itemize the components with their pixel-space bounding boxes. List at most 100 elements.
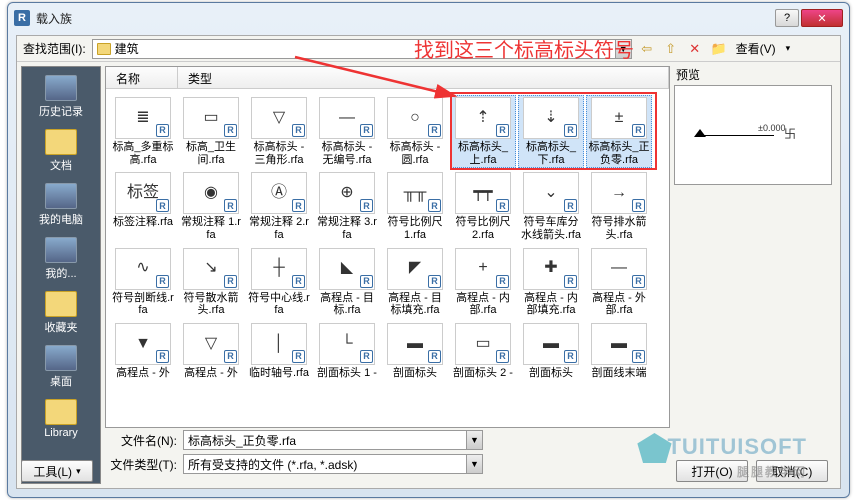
file-thumbnail: ◤R <box>387 248 443 290</box>
cancel-button[interactable]: 取消(C) <box>756 460 828 482</box>
up-icon[interactable]: ⇧ <box>662 40 680 58</box>
new-folder-icon[interactable]: 📁 <box>710 40 728 58</box>
file-name-label: 符号剖断线.rfa <box>112 292 174 317</box>
revit-badge-icon: R <box>156 199 169 212</box>
view-button[interactable]: 查看(V) <box>734 40 778 57</box>
file-name-label: 剖面标头 2 - <box>453 367 513 380</box>
file-item[interactable]: ▼R高程点 - 外 <box>110 321 176 382</box>
sidebar-item-label: 我的... <box>45 265 76 281</box>
file-item[interactable]: ↘R符号散水箭头.rfa <box>178 246 244 319</box>
chevron-down-icon[interactable]: ▼ <box>615 40 631 58</box>
file-item[interactable]: ◤R高程点 - 目标填充.rfa <box>382 246 448 319</box>
file-item[interactable]: ⇡R标高标头_上.rfa <box>450 95 516 168</box>
lookin-combo[interactable]: 建筑 ▼ <box>92 39 632 59</box>
file-item[interactable]: ┼R符号中心线.rfa <box>246 246 312 319</box>
file-thumbnail: ▽R <box>251 97 307 139</box>
file-item[interactable]: ▽R高程点 - 外 <box>178 321 244 382</box>
revit-badge-icon: R <box>292 275 305 288</box>
filename-input[interactable]: 标高标头_正负零.rfa ▼ <box>183 430 483 450</box>
close-button[interactable]: ✕ <box>801 9 843 27</box>
file-thumbnail: ◉R <box>183 172 239 214</box>
file-item[interactable]: ⇣R标高标头_下.rfa <box>518 95 584 168</box>
file-item[interactable]: ▭R标高_卫生间.rfa <box>178 95 244 168</box>
file-name-label: 标高标头_正负零.rfa <box>588 141 650 166</box>
sidebar-item[interactable]: 桌面 <box>25 341 97 393</box>
file-item[interactable]: ◣R高程点 - 目标.rfa <box>314 246 380 319</box>
folder-icon <box>45 291 77 317</box>
open-button[interactable]: 打开(O) <box>676 460 748 482</box>
sidebar-item[interactable]: 文档 <box>25 125 97 177</box>
tools-button[interactable]: 工具(L)▾ <box>21 460 93 482</box>
file-thumbnail: ┯┯R <box>455 172 511 214</box>
file-item[interactable]: ▬R剖面标头 <box>518 321 584 382</box>
file-name-label: 高程点 - 内部.rfa <box>452 292 514 317</box>
back-icon[interactable]: ⇦ <box>638 40 656 58</box>
file-name-label: 剖面标头 1 - <box>317 367 377 380</box>
file-item[interactable]: │R临时轴号.rfa <box>246 321 312 382</box>
file-thumbnail: ╥╥R <box>387 172 443 214</box>
file-name-label: 高程点 - 外部.rfa <box>588 292 650 317</box>
revit-badge-icon: R <box>496 124 509 137</box>
sidebar-item[interactable]: 历史记录 <box>25 71 97 123</box>
revit-badge-icon: R <box>156 124 169 137</box>
column-type[interactable]: 类型 <box>178 67 669 88</box>
sidebar-item[interactable]: 收藏夹 <box>25 287 97 339</box>
file-item[interactable]: +R高程点 - 内部.rfa <box>450 246 516 319</box>
file-thumbnail: ○R <box>387 97 443 139</box>
file-name-label: 符号散水箭头.rfa <box>180 292 242 317</box>
file-item[interactable]: ┯┯R符号比例尺 2.rfa <box>450 170 516 243</box>
file-thumbnail: ≣R <box>115 97 171 139</box>
view-dropdown-icon[interactable]: ▾ <box>784 43 793 54</box>
file-item[interactable]: ⒶR常规注释 2.rfa <box>246 170 312 243</box>
revit-badge-icon: R <box>224 124 237 137</box>
file-item[interactable]: →R符号排水箭头.rfa <box>586 170 652 243</box>
column-name[interactable]: 名称 <box>106 67 178 88</box>
file-item[interactable]: ±R标高标头_正负零.rfa <box>586 95 652 168</box>
file-item[interactable]: 标签R标签注释.rfa <box>110 170 176 243</box>
file-item[interactable]: ⊕R常规注释 3.rfa <box>314 170 380 243</box>
file-item[interactable]: ▽R标高标头 - 三角形.rfa <box>246 95 312 168</box>
file-thumbnail: ⊕R <box>319 172 375 214</box>
file-item[interactable]: ○R标高标头 - 圆.rfa <box>382 95 448 168</box>
sidebar-item-label: Library <box>44 427 78 439</box>
file-thumbnail: ⌄R <box>523 172 579 214</box>
file-grid[interactable]: ≣R标高_多重标高.rfa▭R标高_卫生间.rfa▽R标高标头 - 三角形.rf… <box>106 89 669 427</box>
file-item[interactable]: ▭R剖面标头 2 - <box>450 321 516 382</box>
file-thumbnail: ▽R <box>183 323 239 365</box>
sidebar-item-label: 历史记录 <box>39 103 83 119</box>
filetype-label: 文件类型(T): <box>105 456 177 473</box>
lookin-value: 建筑 <box>115 40 139 57</box>
folder-icon <box>45 129 77 155</box>
file-name-label: 剖面标头 <box>529 367 573 380</box>
file-thumbnail: 标签R <box>115 172 171 214</box>
file-item[interactable]: —R标高标头 - 无编号.rfa <box>314 95 380 168</box>
file-item[interactable]: └R剖面标头 1 - <box>314 321 380 382</box>
file-name-label: 常规注释 2.rfa <box>248 216 310 241</box>
sidebar-item[interactable]: 我的... <box>25 233 97 285</box>
revit-badge-icon: R <box>360 199 373 212</box>
file-item[interactable]: ▬R剖面标头 <box>382 321 448 382</box>
monitor-icon <box>45 183 77 209</box>
file-item[interactable]: ∿R符号剖断线.rfa <box>110 246 176 319</box>
file-name-label: 标高标头 - 三角形.rfa <box>248 141 310 166</box>
file-item[interactable]: ✚R高程点 - 内部填充.rfa <box>518 246 584 319</box>
sidebar-item[interactable]: Library <box>25 395 97 443</box>
file-item[interactable]: ≣R标高_多重标高.rfa <box>110 95 176 168</box>
chevron-down-icon[interactable]: ▼ <box>466 431 482 449</box>
revit-badge-icon: R <box>156 275 169 288</box>
file-item[interactable]: ⌄R符号车库分水线箭头.rfa <box>518 170 584 243</box>
file-item[interactable]: ▬R剖面线末端 <box>586 321 652 382</box>
file-item[interactable]: ◉R常规注释 1.rfa <box>178 170 244 243</box>
file-item[interactable]: ╥╥R符号比例尺 1.rfa <box>382 170 448 243</box>
delete-icon[interactable]: ✕ <box>686 40 704 58</box>
file-thumbnail: ▬R <box>591 323 647 365</box>
file-item[interactable]: —R高程点 - 外部.rfa <box>586 246 652 319</box>
file-name-label: 常规注释 1.rfa <box>180 216 242 241</box>
filetype-combo[interactable]: 所有受支持的文件 (*.rfa, *.adsk) ▼ <box>183 454 483 474</box>
help-button[interactable]: ? <box>775 9 799 27</box>
file-name-label: 高程点 - 目标填充.rfa <box>384 292 446 317</box>
file-thumbnail: +R <box>455 248 511 290</box>
file-thumbnail: ✚R <box>523 248 579 290</box>
sidebar-item[interactable]: 我的电脑 <box>25 179 97 231</box>
chevron-down-icon[interactable]: ▼ <box>466 455 482 473</box>
